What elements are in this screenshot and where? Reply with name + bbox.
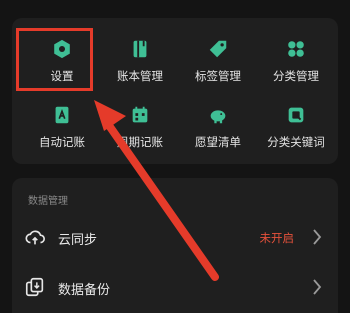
tag-management-label: 标签管理: [195, 69, 241, 83]
sync-status: 未开启: [259, 231, 295, 245]
wish-list-label: 愿望清单: [195, 135, 241, 149]
category-management-label: 分类管理: [273, 69, 319, 83]
category-keywords-button[interactable]: 分类关键词: [256, 98, 336, 158]
data-backup-label: 数据备份: [58, 283, 111, 298]
data-backup-row[interactable]: 数据备份: [12, 266, 338, 310]
auto-bookkeeping-label: 自动记账: [39, 135, 85, 149]
tag-management-button[interactable]: 标签管理: [178, 32, 258, 92]
keyword-icon: [288, 107, 304, 123]
ledger-management-label: 账本管理: [117, 69, 163, 83]
category-grid-icon: [288, 41, 304, 57]
auto-bookkeeping-button[interactable]: 自动记账: [22, 98, 102, 158]
ledger-management-button[interactable]: 账本管理: [100, 32, 180, 92]
cloud-sync-icon: [25, 230, 45, 245]
category-management-button[interactable]: 分类管理: [256, 32, 336, 92]
data-management-section: 数据管理 云同步 未开启 数据备份: [12, 178, 338, 313]
chevron-right-icon: [313, 279, 322, 295]
ledger-book-icon: [133, 40, 147, 58]
recurring-bookkeeping-label: 周期记账: [117, 135, 163, 149]
cloud-sync-row[interactable]: 云同步 未开启: [12, 216, 338, 260]
highlight-box: [16, 28, 93, 91]
calendar-icon: [132, 106, 148, 123]
auto-entry-icon: [55, 106, 69, 124]
piggy-bank-icon: [210, 110, 226, 124]
section-title: 数据管理: [28, 196, 68, 207]
chevron-right-icon: [313, 229, 322, 245]
cloud-sync-label: 云同步: [58, 233, 98, 248]
category-keywords-label: 分类关键词: [267, 135, 325, 149]
backup-icon: [25, 277, 44, 297]
tag-icon: [209, 40, 227, 58]
recurring-bookkeeping-button[interactable]: 周期记账: [100, 98, 180, 158]
wish-list-button[interactable]: 愿望清单: [178, 98, 258, 158]
